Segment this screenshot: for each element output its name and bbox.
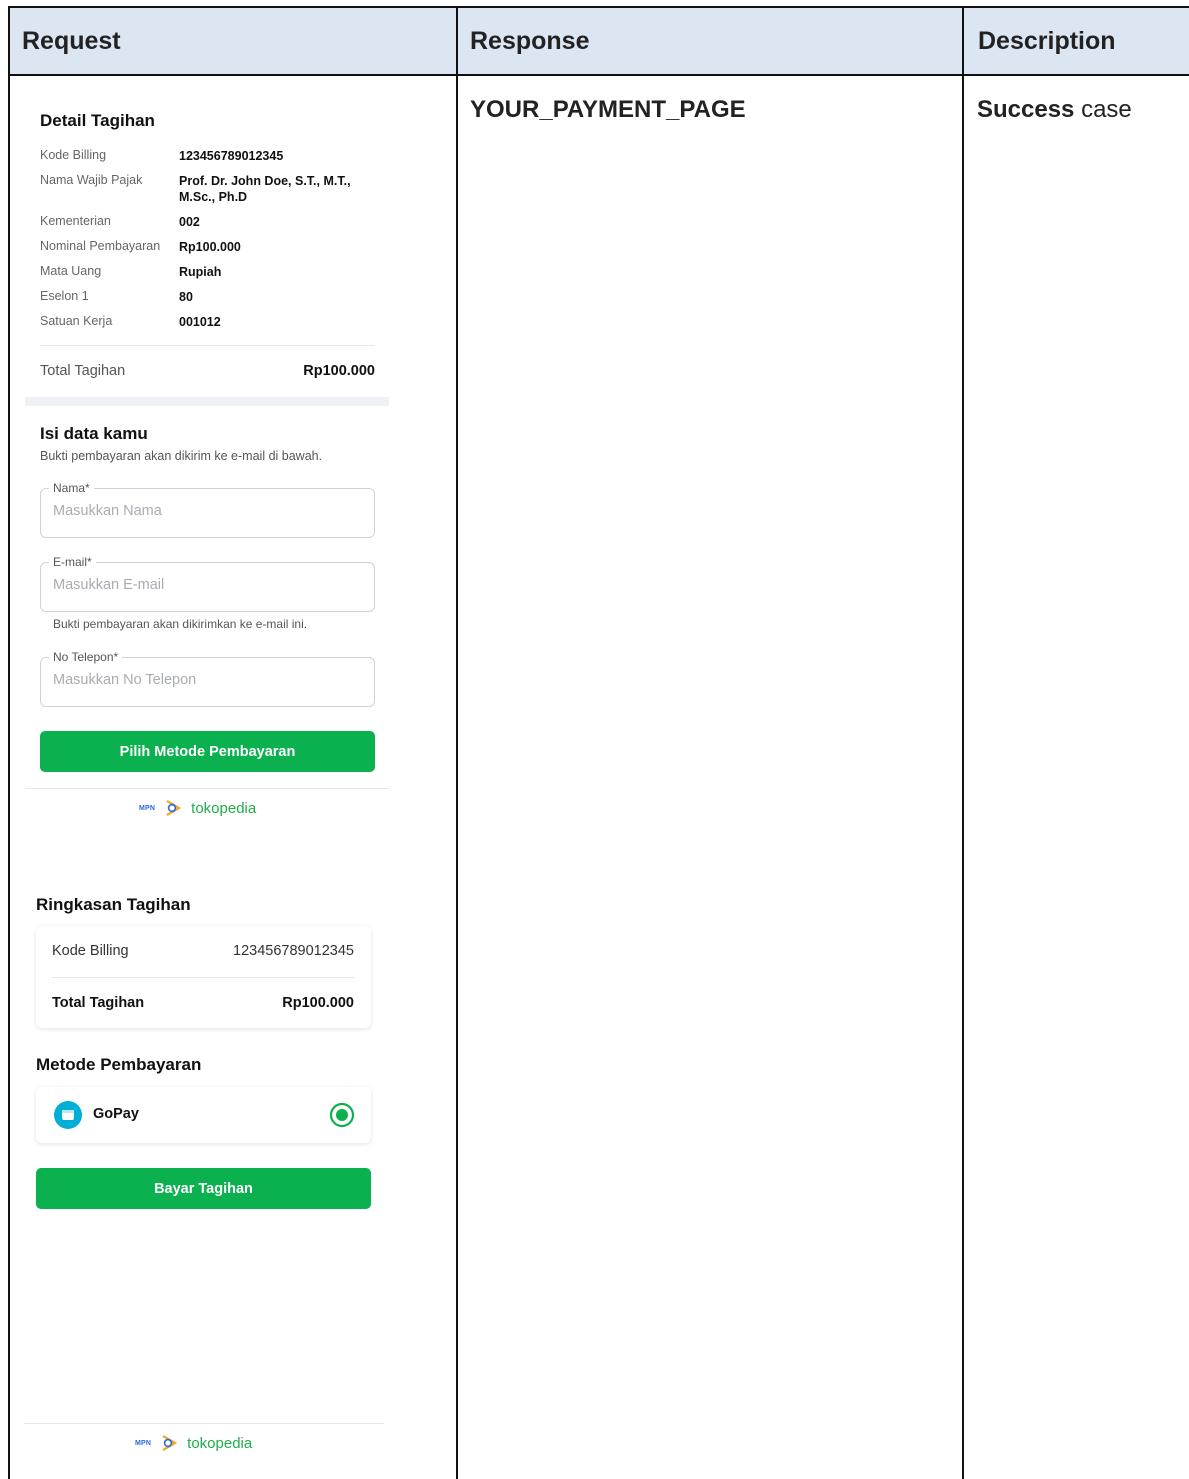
response-value: YOUR_PAYMENT_PAGE [470, 96, 746, 123]
name-field-label: Nama* [49, 481, 94, 495]
payment-title: Metode Pembayaran [36, 1055, 202, 1074]
form-title: Isi data kamu [40, 424, 148, 443]
email-field-label: E-mail* [49, 555, 96, 569]
divider [25, 788, 389, 789]
detail-value: 80 [179, 290, 193, 304]
detail-label: Kementerian [40, 214, 111, 228]
summary-total-label: Total Tagihan [52, 995, 145, 1011]
detail-label: Nominal Pembayaran [40, 239, 161, 253]
pay-bill-button[interactable]: Bayar Tagihan [36, 1168, 371, 1209]
phone-field[interactable]: No Telepon* [40, 650, 375, 707]
gopay-icon [54, 1101, 82, 1129]
summary-title: Ringkasan Tagihan [36, 895, 191, 914]
column-divider [962, 6, 964, 1479]
detail-value: 123456789012345 [179, 149, 284, 163]
header-description: Description [976, 8, 1118, 74]
divider [52, 977, 355, 978]
email-field[interactable]: E-mail* [40, 555, 375, 612]
detail-value-line2: M.Sc., Ph.D [179, 190, 248, 204]
detail-value: Prof. Dr. John Doe, S.T., M.T., [179, 174, 351, 188]
divider [40, 345, 375, 346]
payment-method-label: GoPay [93, 1106, 139, 1122]
name-input[interactable] [53, 503, 353, 519]
detail-value: Rp100.000 [179, 240, 241, 254]
summary-billing-value: 123456789012345 [233, 943, 354, 959]
footer-brand: MPN tokopedia [135, 1433, 252, 1453]
payment-method-option[interactable]: GoPay [36, 1087, 371, 1143]
email-input[interactable] [53, 577, 353, 593]
tokopedia-logo: tokopedia [191, 799, 257, 817]
header-response: Response [468, 8, 592, 74]
summary-card: Kode Billing 123456789012345 Total Tagih… [36, 926, 371, 1028]
summary-total-value: Rp100.000 [282, 995, 354, 1011]
summary-billing-label: Kode Billing [52, 943, 129, 959]
detail-label: Satuan Kerja [40, 314, 113, 328]
detail-title: Detail Tagihan [40, 111, 155, 130]
detail-label: Nama Wajib Pajak [40, 173, 143, 187]
total-value: Rp100.000 [303, 363, 375, 379]
detail-value: 001012 [179, 315, 221, 329]
detail-label: Mata Uang [40, 264, 102, 278]
mpn-logo-icon [162, 1435, 178, 1451]
detail-label: Eselon 1 [40, 289, 89, 303]
header-divider [8, 74, 1189, 76]
detail-label: Kode Billing [40, 148, 107, 162]
description-value: Success case [977, 96, 1132, 123]
phone-input[interactable] [53, 672, 353, 688]
footer-brand: MPN tokopedia [139, 798, 256, 818]
choose-payment-method-button[interactable]: Pilih Metode Pembayaran [40, 731, 375, 772]
form-subtitle: Bukti pembayaran akan dikirim ke e-mail … [40, 449, 323, 463]
detail-value: Rupiah [179, 265, 222, 279]
mpn-logo-icon [166, 800, 182, 816]
email-hint: Bukti pembayaran akan dikirimkan ke e-ma… [53, 617, 308, 631]
tokopedia-logo: tokopedia [187, 1434, 253, 1452]
radio-selected-icon[interactable] [329, 1102, 355, 1128]
section-separator [25, 397, 389, 406]
total-label: Total Tagihan [40, 363, 126, 379]
divider [24, 1423, 384, 1424]
column-divider [456, 6, 458, 1479]
header-request: Request [20, 8, 123, 74]
name-field[interactable]: Nama* [40, 481, 375, 538]
mpn-logo-text: MPN [135, 1439, 152, 1447]
phone-field-label: No Telepon* [49, 650, 123, 664]
detail-value: 002 [179, 215, 200, 229]
mpn-logo-text: MPN [139, 804, 156, 812]
